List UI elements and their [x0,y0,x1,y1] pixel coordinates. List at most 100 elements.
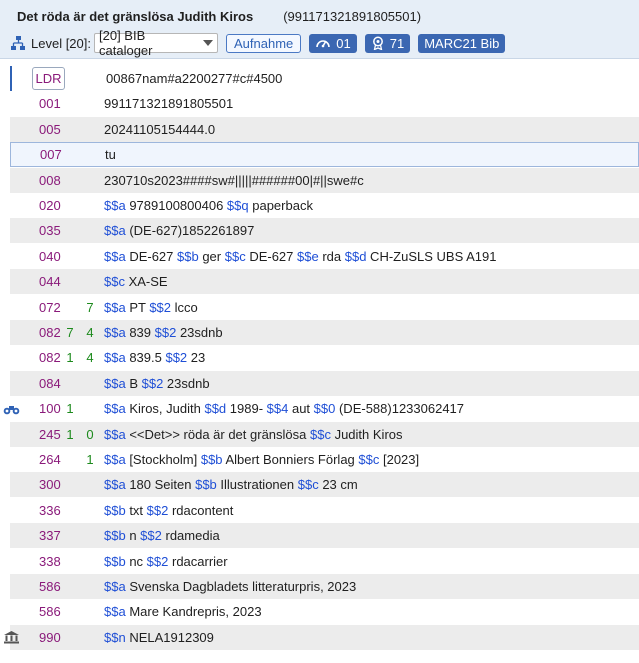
field-content[interactable]: $$b txt $$2 rdacontent [104,503,233,518]
subfield-code: $$2 [149,299,172,315]
indicator-2: 7 [86,299,94,315]
subfield-value: n [125,528,141,544]
subfield-value: (DE-627)1852261897 [125,223,255,239]
field-tag: 264 [39,452,61,467]
marc-field-row[interactable]: 264 1 $$a [Stockholm] $$b Albert Bonniers … [10,447,639,472]
field-content[interactable]: tu [105,147,116,162]
field-content[interactable]: 20241105154444.0 [104,122,215,137]
field-content[interactable]: $$a (DE-627)1852261897 [104,223,254,238]
marc-field-row[interactable]: 040 $$a DE-627 $$b ger $$c DE-627 $$e rda… [10,244,639,269]
subfield-value: 1989- [226,401,267,417]
field-content[interactable]: $$a [Stockholm] $$b Albert Bonniers Förl… [104,452,419,467]
ldr-tag-button[interactable]: LDR [32,67,65,90]
subfield-code: $$0 [313,401,336,417]
marc-field-row[interactable]: 001 991171321891805501 [10,91,639,116]
subfield-code: $$a [104,325,126,340]
subfield-value: Albert Bonniers Förlag [222,452,359,467]
subfield-code: $$2 [146,502,169,518]
subfield-code: $$a [104,350,126,366]
subfield-code: $$c [297,477,319,493]
field-content[interactable]: 00867nam#a2200277#c#4500 [106,71,282,86]
subfield-code: $$2 [154,325,177,340]
marc-field-row[interactable]: 338 $$b nc $$2 rdacarrier [10,549,639,574]
indicator-2: 1 [86,452,94,467]
marc-field-row[interactable]: 082 7 4 $$a 839 $$2 23sdnb [10,320,639,345]
field-content[interactable]: $$a <<Det>> röda är det gränslösa $$c Ju… [104,427,403,442]
field-content[interactable]: $$a PT $$2 lcco [104,300,198,315]
level-select[interactable]: [20] BIB cataloger [94,28,218,58]
subfield-value: 9789100800406 [125,198,227,213]
subfield-code: $$b [104,528,126,544]
subfield-code: $$a [104,375,126,391]
marc-field-row[interactable]: 005 20241105154444.0 [10,116,639,142]
field-content[interactable]: $$a 839 $$2 23sdnb [104,325,223,340]
subfield-value: [Stockholm] [125,452,201,467]
subfield-code: $$c [104,274,125,290]
subfield-value: tu [105,147,116,163]
subfield-value: lcco [171,299,198,315]
gauge-button[interactable]: 01 [309,33,357,53]
field-content[interactable]: $$a DE-627 $$b ger $$c DE-627 $$e rda $$… [104,249,497,264]
marc-field-row[interactable]: 300 $$a 180 Seiten $$b Illustrationen $$c… [10,472,639,498]
field-content[interactable]: $$b n $$2 rdamedia [104,528,220,543]
aufnahme-button[interactable]: Aufnahme [226,33,302,53]
field-content[interactable]: $$n NELA1912309 [104,630,214,645]
subfield-value: Illustrationen [216,477,298,493]
subfield-code: $$b [200,452,223,467]
badge-button[interactable]: 71 [364,33,411,53]
subfield-code: $$a [104,299,126,315]
field-content[interactable]: $$b nc $$2 rdacarrier [104,554,228,569]
indicator-1: 1 [66,401,74,417]
subfield-value: NELA1912309 [125,629,214,645]
subfield-value: 839 [125,325,155,340]
field-tag: 082 [39,350,61,366]
subfield-code: $$2 [146,553,169,569]
marc-field-row[interactable]: 586 $$a Mare Kandrepris, 2023 [10,599,639,624]
marc-field-row[interactable]: 586 $$a Svenska Dagbladets litteraturpris… [10,574,639,599]
subfield-code: $$4 [266,401,289,417]
subfield-value: rda [318,248,345,264]
marc-field-row[interactable]: 035 $$a (DE-627)1852261897 [10,218,639,244]
marc-field-row[interactable]: 336 $$b txt $$2 rdacontent [10,498,639,523]
field-content[interactable]: $$c XA-SE [104,274,168,289]
subfield-value: 230710s2023####sw#|||||######00|#||swe#c [104,172,364,188]
indicator-1: 1 [66,350,74,366]
field-tag: 338 [39,553,61,569]
marc-field-row[interactable]: 100 1 $$a Kiros, Judith $$d 1989- $$4 aut … [3,396,639,421]
field-content[interactable]: 991171321891805501 [104,96,233,111]
subfield-code: $$b [195,477,217,493]
subfield-code: $$c [358,452,380,467]
field-tag: 040 [39,248,61,264]
subfield-code: $$d [204,401,227,417]
marc-field-row[interactable]: 990 $$n NELA1912309 [4,624,639,650]
institution-icon[interactable] [3,630,20,644]
field-content[interactable]: $$a Svenska Dagbladets litteraturpris, 2… [104,579,356,594]
marc-field-row[interactable]: 337 $$b n $$2 rdamedia [10,523,639,549]
marc-field-row[interactable]: 245 1 0 $$a <<Det>> röda är det gränslösa $… [10,421,639,447]
marc-field-row[interactable]: 084 $$a B $$2 23sdnb [10,370,639,396]
marc-field-row[interactable]: 082 1 4 $$a 839.5 $$2 23 [10,345,639,370]
marc-field-row[interactable]: 007 tu [10,142,639,168]
marc21-bib-button[interactable]: MARC21 Bib [418,33,506,53]
binoculars-icon[interactable] [3,402,20,416]
marc-field-row[interactable]: 020 $$a 9789100800406 $$q paperback [10,193,639,218]
marc-field-row[interactable]: 044 $$c XA-SE [10,269,639,295]
badge-count: 71 [389,35,405,51]
field-content[interactable]: $$a Kiros, Judith $$d 1989- $$4 aut $$0 … [104,401,464,416]
field-content[interactable]: $$a 9789100800406 $$q paperback [104,198,313,213]
field-content[interactable]: $$a B $$2 23sdnb [104,376,210,391]
subfield-code: $$b [104,502,126,518]
title-row: Det röda är det gränslösa Judith Kiros (… [17,8,421,24]
field-content[interactable]: $$a 839.5 $$2 23 [104,350,205,365]
indicator-1: 1 [66,426,74,442]
subfield-code: $$a [104,248,126,264]
subfield-value: <<Det>> röda är det gränslösa [125,426,310,442]
marc-field-row[interactable]: LDR 00867nam#a2200277#c#4500 [10,66,639,91]
field-content[interactable]: 230710s2023####sw#|||||######00|#||swe#c [104,173,364,188]
subfield-value: 23sdnb [163,375,210,391]
marc-field-row[interactable]: 072 7 $$a PT $$2 lcco [10,295,639,320]
field-content[interactable]: $$a Mare Kandrepris, 2023 [104,604,262,619]
field-tag: 020 [39,198,61,213]
marc-field-row[interactable]: 008 230710s2023####sw#|||||######00|#||sw… [10,167,639,193]
field-content[interactable]: $$a 180 Seiten $$b Illustrationen $$c 23… [104,477,358,492]
